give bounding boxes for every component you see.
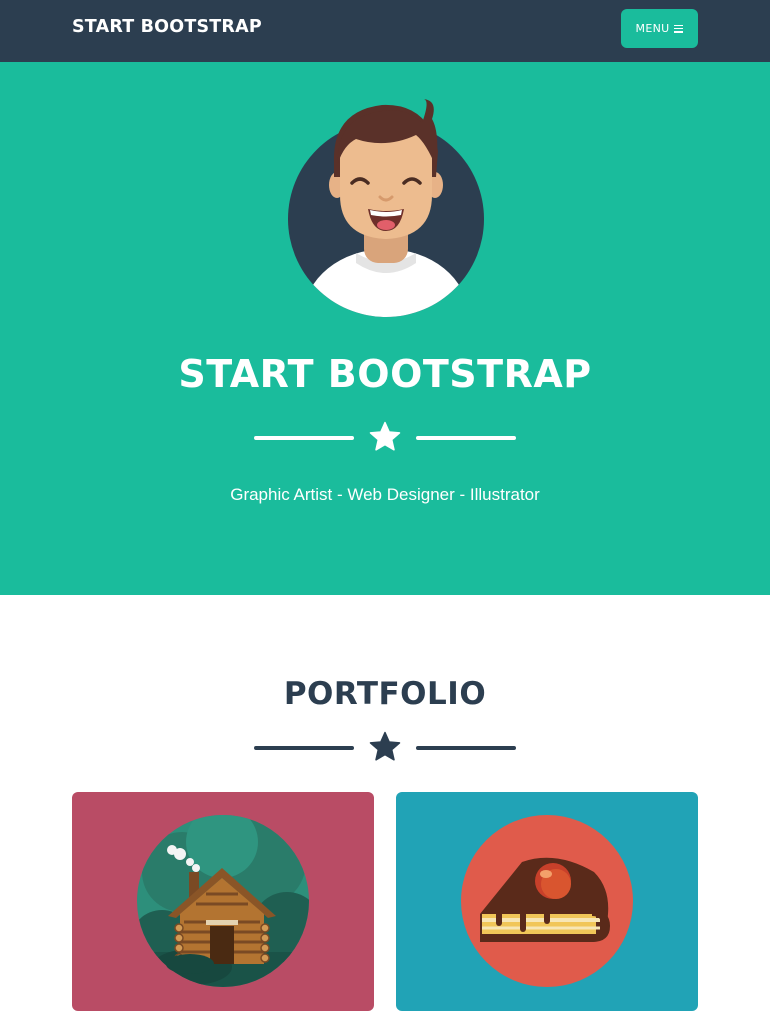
navbar: START BOOTSTRAP MENU — [0, 0, 770, 62]
hamburger-icon — [674, 24, 684, 33]
avatar — [288, 99, 484, 317]
brand-link[interactable]: START BOOTSTRAP — [72, 17, 262, 37]
star-icon — [369, 731, 401, 761]
masthead-title: START BOOTSTRAP — [178, 352, 592, 396]
masthead-divider — [254, 421, 516, 455]
masthead: START BOOTSTRAP Graphic Artist - Web Des… — [0, 62, 770, 595]
star-icon — [369, 421, 401, 451]
divider-line-right — [416, 436, 516, 440]
portfolio-item-cake[interactable] — [396, 792, 698, 1011]
portfolio-item-cabin[interactable] — [72, 792, 374, 1011]
divider-line-left — [254, 746, 354, 750]
menu-button[interactable]: MENU — [621, 9, 698, 48]
portfolio-heading: PORTFOLIO — [283, 676, 487, 712]
portfolio-divider — [254, 731, 516, 765]
divider-line-right — [416, 746, 516, 750]
menu-button-label: MENU — [635, 22, 670, 35]
divider-line-left — [254, 436, 354, 440]
masthead-subtitle: Graphic Artist - Web Designer - Illustra… — [230, 485, 540, 504]
cake-illustration — [396, 792, 698, 1011]
cabin-illustration — [72, 792, 374, 1011]
